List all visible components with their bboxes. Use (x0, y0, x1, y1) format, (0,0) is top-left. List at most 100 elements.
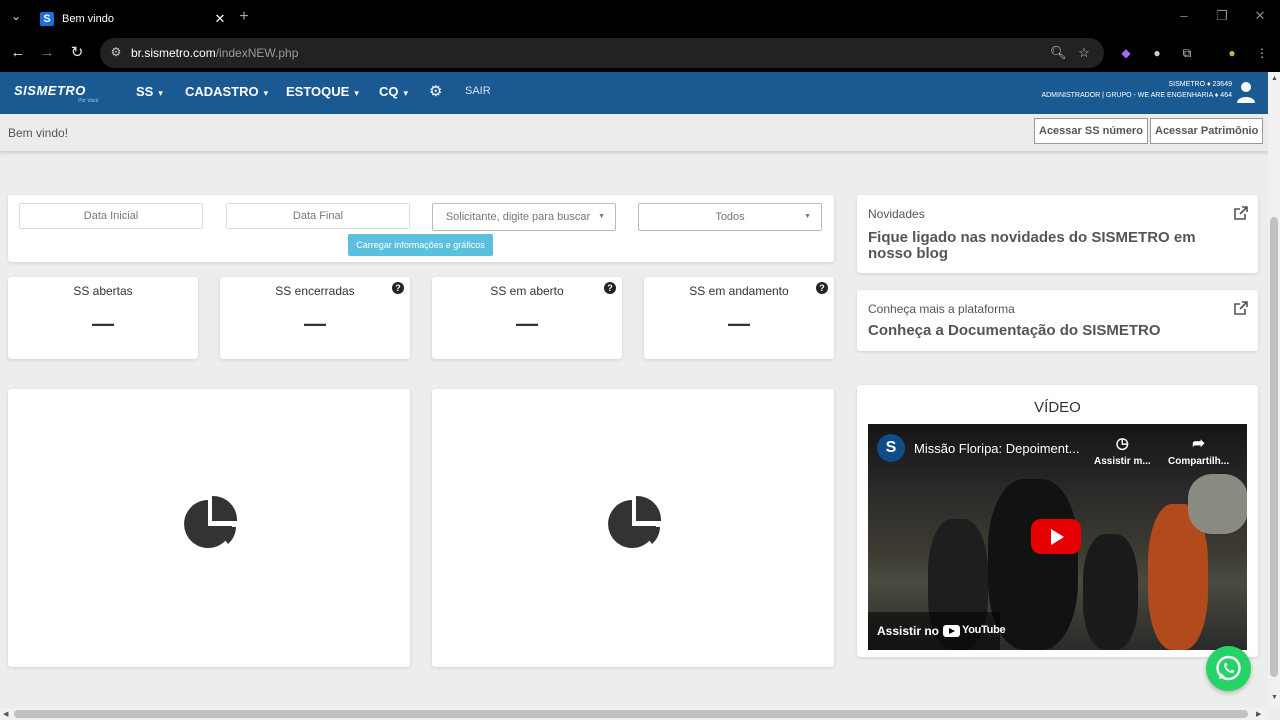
play-button[interactable] (1031, 519, 1081, 554)
stat-title: SS abertas (73, 284, 133, 298)
app-header: SISMETRO Por Você SS ▾ CADASTRO ▾ ESTOQUE ▾… (0, 72, 1268, 114)
stat-value: — (92, 311, 114, 336)
account-id: SISMETRO ♦ 23649 (1168, 81, 1233, 88)
welcome-bar: Bem vindo! Acessar SS número Acessar Pat… (0, 114, 1268, 151)
window-close-icon[interactable]: ✕ (1250, 8, 1270, 24)
sismetro-logo[interactable]: SISMETRO (14, 83, 86, 98)
browser-menu-icon[interactable]: ⋮ (1254, 45, 1270, 61)
dropdown-arrow-icon: ▼ (598, 213, 605, 220)
user-avatar-icon[interactable] (1236, 81, 1256, 103)
youtube-video-player[interactable]: S Missão Floripa: Depoiment... ◷ Assistir… (868, 424, 1247, 650)
scroll-up-arrow-icon[interactable]: ▲ (1271, 75, 1278, 82)
new-tab-icon[interactable]: + (236, 8, 252, 26)
requester-select[interactable]: Solicitante, digite para buscar ▼ (432, 203, 616, 231)
clock-icon: ◷ (1115, 435, 1129, 452)
stat-card-ss-em-andamento: SS em andamento — ? (644, 277, 834, 359)
video-heading: VÍDEO (1034, 399, 1081, 416)
help-icon[interactable]: ? (392, 282, 404, 294)
docs-title[interactable]: Conheça a Documentação do SISMETRO (868, 323, 1234, 339)
stat-title: SS em aberto (490, 284, 564, 298)
help-icon[interactable]: ? (816, 282, 828, 294)
url-text: br.sismetro.com/indexNEW.php (131, 46, 299, 60)
watch-later-button[interactable]: ◷ Assistir m... (1094, 434, 1151, 467)
site-info-icon[interactable]: ⚙ (108, 45, 124, 61)
logo-tagline: Por Você (78, 98, 99, 104)
account-icon[interactable]: ● (1224, 45, 1240, 61)
docs-card[interactable]: Conheça mais a plataforma Conheça a Docu… (857, 290, 1258, 351)
news-card[interactable]: Novidades Fique ligado nas novidades do … (857, 195, 1258, 273)
external-link-icon[interactable] (1234, 301, 1248, 315)
address-bar[interactable]: ⚙ br.sismetro.com/indexNEW.php 🔍︎ ☆ (100, 38, 1104, 68)
watch-on-youtube-button[interactable]: Assistir no YouTube (868, 612, 1006, 650)
watch-on-label: Assistir no (877, 624, 940, 638)
vertical-scrollbar[interactable]: ▲ ▼ (1268, 72, 1280, 708)
chart-placeholder-left (8, 389, 410, 667)
channel-avatar[interactable]: S (877, 434, 905, 462)
profile-extension-icon[interactable]: ● (1149, 45, 1165, 61)
access-patrimonio-button[interactable]: Acessar Patrimônio (1150, 118, 1264, 144)
scroll-left-arrow-icon[interactable]: ◀ (3, 710, 8, 718)
browser-tab[interactable]: S Bem vindo ✕ (30, 4, 230, 34)
minimize-icon[interactable]: – (1174, 8, 1194, 23)
whatsapp-chat-button[interactable] (1206, 646, 1251, 691)
chevron-down-icon: ▾ (354, 88, 359, 98)
logout-link[interactable]: SAIR (465, 85, 491, 97)
status-select[interactable]: Todos ▼ (638, 203, 822, 231)
tab-list-chevron-icon[interactable]: ⌄ (8, 9, 24, 25)
news-kicker: Novidades (868, 207, 925, 221)
settings-gear-icon[interactable]: ⚙ (429, 82, 442, 100)
stat-title: SS em andamento (689, 284, 789, 298)
menu-ss[interactable]: SS ▾ (136, 84, 163, 99)
reload-icon[interactable]: ↻ (67, 43, 87, 63)
browser-toolbar: ← → ↻ ⚙ br.sismetro.com/indexNEW.php 🔍︎ … (0, 34, 1280, 72)
scroll-right-arrow-icon[interactable]: ▶ (1256, 710, 1261, 718)
stat-card-ss-abertas: SS abertas — (8, 277, 198, 359)
start-date-input[interactable]: Data Inicial (19, 203, 203, 229)
menu-cq[interactable]: CQ ▾ (379, 84, 408, 99)
share-icon: ➦ (1192, 435, 1205, 452)
chevron-down-icon: ▾ (403, 88, 409, 98)
chevron-down-icon: ▾ (263, 88, 269, 98)
news-title[interactable]: Fique ligado nas novidades do SISMETRO e… (868, 230, 1234, 262)
forward-icon[interactable]: → (37, 43, 57, 63)
load-data-button[interactable]: Carregar informações e gráficos (348, 234, 493, 256)
stat-value: — (304, 311, 326, 336)
docs-kicker: Conheça mais a plataforma (868, 302, 1015, 316)
youtube-logo: YouTube (943, 624, 1006, 638)
extension-icon[interactable]: ◆ (1118, 45, 1134, 61)
tab-close-icon[interactable]: ✕ (210, 11, 230, 27)
extensions-puzzle-icon[interactable]: ⧉ (1179, 45, 1195, 61)
menu-estoque[interactable]: ESTOQUE ▾ (286, 84, 359, 99)
horizontal-scroll-thumb[interactable] (14, 710, 1248, 718)
stat-card-ss-em-aberto: SS em aberto — ? (432, 277, 622, 359)
menu-cadastro[interactable]: CADASTRO ▾ (185, 84, 268, 99)
pie-chart-icon (608, 495, 662, 548)
stat-value: — (516, 311, 538, 336)
welcome-text: Bem vindo! (8, 126, 69, 140)
stat-title: SS encerradas (275, 284, 355, 298)
external-link-icon[interactable] (1234, 206, 1248, 220)
whatsapp-icon (1216, 655, 1241, 681)
stat-value: — (728, 311, 750, 336)
browser-tab-bar: ⌄ S Bem vindo ✕ + – ❐ ✕ (0, 0, 1280, 34)
access-ss-button[interactable]: Acessar SS número (1034, 118, 1148, 144)
back-icon[interactable]: ← (8, 43, 28, 63)
horizontal-scrollbar[interactable]: ◀ ▶ (0, 708, 1268, 720)
youtube-play-icon (943, 625, 960, 637)
account-info[interactable]: ADMINISTRADOR | GRUPO - WE ARE ENGENHARI… (1041, 92, 1232, 99)
maximize-icon[interactable]: ❐ (1212, 8, 1232, 24)
video-card: VÍDEO S Missão Floripa: Depoiment... ◷ As… (857, 385, 1258, 657)
vertical-scroll-thumb[interactable] (1270, 217, 1278, 677)
stat-card-ss-encerradas: SS encerradas — ? (220, 277, 410, 359)
bookmark-star-icon[interactable]: ☆ (1076, 45, 1092, 61)
scroll-down-arrow-icon[interactable]: ▼ (1271, 694, 1278, 701)
share-button[interactable]: ➦ Compartilh... (1168, 434, 1229, 467)
zoom-icon[interactable]: 🔍︎ (1050, 45, 1067, 61)
tab-title: Bem vindo (62, 13, 114, 25)
help-icon[interactable]: ? (604, 282, 616, 294)
video-title[interactable]: Missão Floripa: Depoiment... (914, 441, 1079, 456)
chart-placeholder-right (432, 389, 834, 667)
video-sign (1188, 474, 1247, 534)
end-date-input[interactable]: Data Final (226, 203, 410, 229)
chevron-down-icon: ▾ (158, 88, 163, 98)
